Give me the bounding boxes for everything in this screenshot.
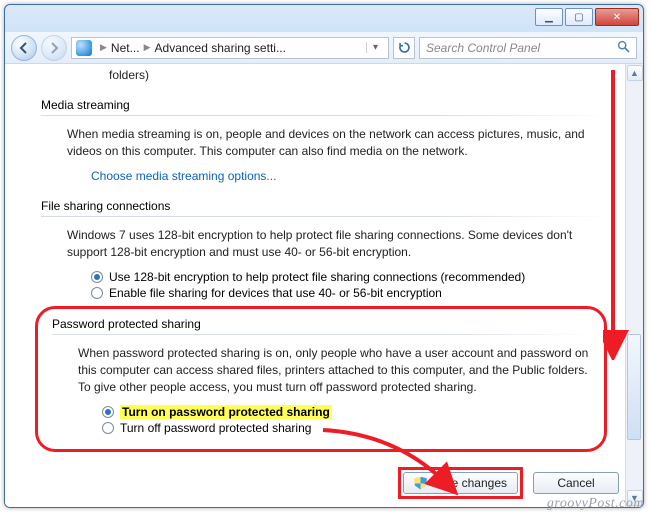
button-label: Save changes	[431, 476, 507, 490]
forward-button[interactable]	[41, 35, 67, 61]
client-area: folders) Media streaming When media stre…	[5, 64, 643, 507]
radio-4056bit[interactable]: Enable file sharing for devices that use…	[91, 286, 609, 300]
radio-icon	[91, 271, 103, 283]
divider	[41, 115, 609, 116]
radio-128bit[interactable]: Use 128-bit encryption to help protect f…	[91, 270, 609, 284]
divider	[52, 334, 598, 335]
radio-label: Use 128-bit encryption to help protect f…	[109, 270, 525, 284]
media-options-link[interactable]: Choose media streaming options...	[91, 169, 276, 183]
scroll-track[interactable]	[626, 82, 643, 489]
cancel-button[interactable]: Cancel	[533, 472, 619, 494]
crumb-sep-icon: ▶	[144, 42, 151, 53]
forward-arrow-icon	[48, 42, 60, 54]
shield-icon	[414, 477, 427, 490]
breadcrumb-part-2[interactable]: Advanced sharing setti...	[155, 41, 286, 55]
annotation-save-highlight: Save changes	[398, 467, 523, 499]
radio-label: Turn off password protected sharing	[120, 421, 311, 435]
back-button[interactable]	[11, 35, 37, 61]
maximize-button[interactable]: ▢	[565, 8, 593, 26]
save-changes-button[interactable]: Save changes	[403, 472, 518, 494]
crumb-sep-icon: ▶	[100, 42, 107, 53]
annotation-highlight-box: Password protected sharing When password…	[35, 306, 607, 452]
refresh-icon	[398, 41, 411, 54]
window-frame: ▁ ▢ ✕ ▶ Net... ▶ Advanced sharing setti.…	[4, 4, 644, 508]
scroll-thumb[interactable]	[627, 334, 641, 440]
button-label: Cancel	[557, 476, 594, 490]
footer-buttons: Save changes Cancel	[398, 467, 619, 499]
back-arrow-icon	[18, 42, 30, 54]
window-titlebar: ▁ ▢ ✕	[5, 5, 643, 32]
radio-icon	[91, 287, 103, 299]
close-button[interactable]: ✕	[595, 8, 639, 26]
radio-password-off[interactable]: Turn off password protected sharing	[102, 421, 598, 435]
search-input[interactable]: Search Control Panel	[419, 37, 637, 59]
section-password-body: When password protected sharing is on, o…	[78, 345, 598, 397]
truncated-text: folders)	[109, 68, 609, 82]
navigation-bar: ▶ Net... ▶ Advanced sharing setti... ▾ S…	[5, 32, 643, 64]
minimize-button[interactable]: ▁	[535, 8, 563, 26]
section-media-body: When media streaming is on, people and d…	[67, 126, 607, 161]
breadcrumb-dropdown-icon[interactable]: ▾	[366, 42, 384, 53]
breadcrumb[interactable]: ▶ Net... ▶ Advanced sharing setti... ▾	[71, 37, 389, 59]
divider	[41, 216, 609, 217]
search-placeholder: Search Control Panel	[426, 41, 540, 55]
radio-label: Turn on password protected sharing	[120, 405, 332, 419]
section-filesharing-title: File sharing connections	[41, 199, 609, 213]
radio-icon	[102, 422, 114, 434]
content-scroll: folders) Media streaming When media stre…	[5, 64, 625, 507]
radio-icon	[102, 406, 114, 418]
radio-password-on[interactable]: Turn on password protected sharing	[102, 405, 598, 419]
scroll-up-icon[interactable]: ▲	[627, 65, 643, 81]
section-filesharing-body: Windows 7 uses 128-bit encryption to hel…	[67, 227, 607, 262]
section-password-title: Password protected sharing	[52, 317, 598, 331]
watermark: groovyPost.com	[547, 496, 644, 512]
section-media-title: Media streaming	[41, 98, 609, 112]
network-icon	[76, 40, 92, 56]
breadcrumb-part-1[interactable]: Net...	[111, 41, 140, 55]
search-icon	[617, 40, 630, 56]
vertical-scrollbar[interactable]: ▲ ▼	[625, 64, 643, 507]
refresh-button[interactable]	[393, 37, 415, 59]
radio-label: Enable file sharing for devices that use…	[109, 286, 442, 300]
